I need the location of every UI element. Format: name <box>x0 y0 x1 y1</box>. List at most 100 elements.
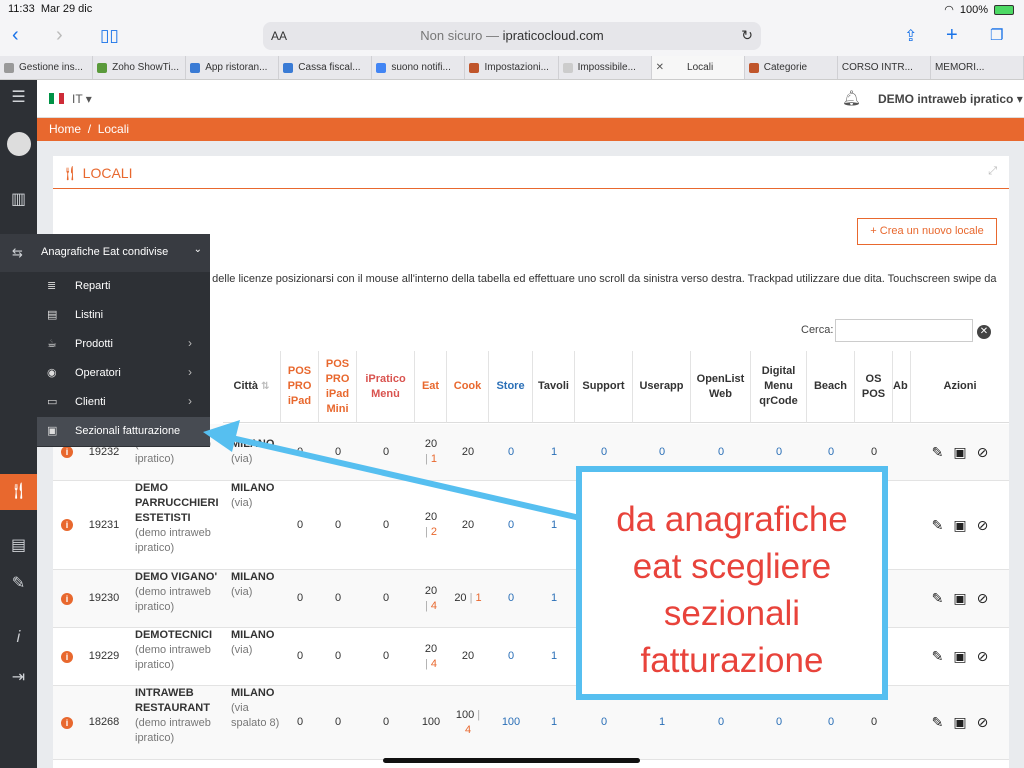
col-header-os-pos[interactable]: OS POS <box>855 351 893 423</box>
save-icon[interactable]: ▣ <box>953 517 966 533</box>
address-bar[interactable]: AA Non sicuro — ipraticocloud.com ↻ <box>263 22 761 50</box>
hide-icon[interactable]: ⊘ <box>977 444 989 460</box>
status-bar: 11:33 Mar 29 dic ◠ 100% <box>0 0 1024 18</box>
col-header-userapp[interactable]: Userapp <box>633 351 691 423</box>
row-tavoli[interactable]: 1 <box>533 628 575 685</box>
search-input[interactable] <box>835 319 973 342</box>
row-tavoli[interactable]: 1 <box>533 424 575 480</box>
row-city: MILANO (via) <box>231 482 275 509</box>
col-header-cook[interactable]: Cook <box>447 351 489 423</box>
bookmarks-icon[interactable]: ▯▯ <box>100 26 119 46</box>
browser-tab[interactable]: suono notifi... <box>372 56 466 79</box>
row-tavoli[interactable]: 1 <box>533 481 575 569</box>
col-header-support[interactable]: Support <box>575 351 633 423</box>
document-icon[interactable]: ▤ <box>0 528 37 564</box>
breadcrumb-current: Locali <box>97 122 130 136</box>
col-header-tavoli[interactable]: Tavoli <box>533 351 575 423</box>
row-city: MILANO (via spalato 8) <box>231 687 280 729</box>
clear-search-icon[interactable]: ✕ <box>977 325 991 339</box>
browser-tab[interactable]: Zoho ShowTi... <box>93 56 187 79</box>
logout-icon[interactable]: ⇥ <box>0 660 37 696</box>
row-eat: 100 <box>421 716 441 728</box>
menu-item-operatori[interactable]: ◉ Operatori › <box>37 359 210 388</box>
close-tab-icon[interactable]: ✕ <box>656 62 664 73</box>
hide-icon[interactable]: ⊘ <box>977 591 989 606</box>
menu-item-listini[interactable]: ▤ Listini <box>37 301 210 330</box>
scroll-info-text: e delle licenze posizionarsi con il mous… <box>203 273 997 285</box>
edit-icon[interactable]: ✎ <box>932 715 944 730</box>
browser-tab[interactable]: Impossibile... <box>559 56 652 79</box>
save-icon[interactable]: ▣ <box>953 444 966 460</box>
save-icon[interactable]: ▣ <box>953 715 966 730</box>
info-row-icon[interactable]: i <box>53 570 81 627</box>
row-store[interactable]: 0 <box>489 424 533 480</box>
avatar[interactable] <box>0 126 37 162</box>
save-icon[interactable]: ▣ <box>953 591 966 606</box>
hamburger-icon[interactable]: ☰ <box>0 80 37 116</box>
new-locale-button[interactable]: + Crea un nuovo locale <box>857 218 997 245</box>
menu-header[interactable]: ⇆ Anagrafiche Eat condivise ⌄ <box>0 234 210 272</box>
new-tab-icon[interactable]: + <box>946 24 958 47</box>
row-store[interactable]: 0 <box>489 628 533 685</box>
browser-tab[interactable]: Categorie <box>745 56 838 79</box>
row-cook: 20 <box>461 650 475 662</box>
col-header-ab[interactable]: Ab <box>893 351 911 423</box>
hide-icon[interactable]: ⊘ <box>977 715 989 730</box>
expand-icon[interactable]: ⤢ <box>988 165 997 178</box>
hide-icon[interactable]: ⊘ <box>977 517 989 533</box>
row-store[interactable]: 100 <box>489 686 533 759</box>
info-row-icon[interactable]: i <box>53 481 81 569</box>
italy-flag-icon[interactable] <box>49 93 64 104</box>
language-select[interactable]: IT ▾ <box>72 92 92 106</box>
user-menu[interactable]: DEMO intraweb ipratico ▾ <box>878 92 1023 106</box>
row-store[interactable]: 0 <box>489 481 533 569</box>
save-icon[interactable]: ▣ <box>953 649 966 664</box>
menu-item-clienti[interactable]: ▭ Clienti › <box>37 388 210 417</box>
row-actions: ✎ ▣ ⊘ <box>911 424 1009 480</box>
bell-icon[interactable]: 🔔︎ <box>842 89 861 107</box>
browser-tab[interactable]: Gestione ins... <box>0 56 94 79</box>
col-header-pos[interactable]: POS PRO iPad <box>281 351 319 423</box>
browser-tab[interactable]: Impostazioni... <box>465 56 559 79</box>
col-header-citta[interactable]: Città ⇅ <box>223 351 281 423</box>
forward-icon[interactable]: › <box>56 24 63 47</box>
info-row-icon[interactable]: i <box>53 686 81 759</box>
app-topbar: IT ▾ 🔔︎ DEMO intraweb ipratico ▾ <box>37 80 1024 118</box>
reload-icon[interactable]: ↻ <box>741 27 753 44</box>
col-header-store[interactable]: Store <box>489 351 533 423</box>
menu-item-reparti[interactable]: ≣ Reparti <box>37 272 210 301</box>
row-tavoli[interactable]: 1 <box>533 570 575 627</box>
breadcrumb-home[interactable]: Home <box>49 122 81 136</box>
safari-toolbar: ‹ › ▯▯ AA Non sicuro — ipraticocloud.com… <box>0 18 1024 56</box>
hide-icon[interactable]: ⊘ <box>977 649 989 664</box>
col-header-openlist[interactable]: OpenList Web <box>691 351 751 423</box>
browser-tab[interactable]: App ristoran... <box>186 56 280 79</box>
col-header-menu[interactable]: iPratico Menù <box>357 351 415 423</box>
row-store[interactable]: 0 <box>489 570 533 627</box>
back-icon[interactable]: ‹ <box>12 24 19 47</box>
edit-icon[interactable]: ✎ <box>932 444 944 460</box>
menu-item-prodotti[interactable]: ☕︎ Prodotti › <box>37 330 210 359</box>
share-icon[interactable]: ⇪ <box>904 26 917 46</box>
col-header-beach[interactable]: Beach <box>807 351 855 423</box>
browser-tab[interactable]: Cassa fiscal... <box>279 56 373 79</box>
edit-icon[interactable]: ✎ <box>932 591 944 606</box>
col-header-digital-menu[interactable]: Digital Menu qrCode <box>751 351 807 423</box>
tabs-overview-icon[interactable]: ❐ <box>990 26 1003 44</box>
row-pos: 0 <box>296 716 304 728</box>
restaurant-icon[interactable]: 🍴︎ <box>0 474 37 510</box>
edit-icon[interactable]: ✎ <box>932 649 944 664</box>
row-tavoli[interactable]: 1 <box>533 686 575 759</box>
chart-icon[interactable]: ▥ <box>0 182 37 218</box>
menu-item-sezionali-fatturazione[interactable]: ▣ Sezionali fatturazione <box>37 417 210 446</box>
edit-icon[interactable]: ✎ <box>0 566 37 602</box>
col-header-pos-mini[interactable]: POS PRO iPad Mini <box>319 351 357 423</box>
col-header-eat[interactable]: Eat <box>415 351 447 423</box>
info-icon[interactable]: 𝑖 <box>0 620 37 656</box>
browser-tab[interactable]: MEMORI... <box>931 56 1024 79</box>
info-row-icon[interactable]: i <box>53 628 81 685</box>
edit-icon[interactable]: ✎ <box>932 517 944 533</box>
browser-tab[interactable]: CORSO INTR... <box>838 56 931 79</box>
browser-tab-active[interactable]: ✕ Locali <box>651 56 745 79</box>
chevron-right-icon: › <box>188 365 192 379</box>
